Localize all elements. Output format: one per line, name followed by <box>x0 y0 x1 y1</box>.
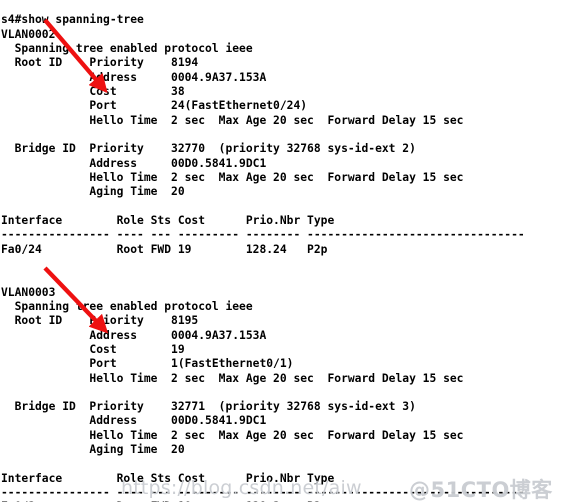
terminal-line: Fa0/24 Root FWD 19 128.24 P2p <box>1 242 328 256</box>
screenshot-root: s4#show spanning-tree VLAN0002 Spanning t… <box>0 0 588 502</box>
terminal-line: Spanning tree enabled protocol ieee <box>1 41 253 55</box>
terminal-line: Bridge ID Priority 32771 (priority 32768… <box>1 400 416 414</box>
terminal-line: s4#show spanning-tree <box>1 13 144 27</box>
terminal-line: Bridge ID Priority 32770 (priority 32768… <box>1 142 416 156</box>
terminal-output[interactable]: s4#show spanning-tree VLAN0002 Spanning t… <box>0 11 588 502</box>
terminal-line: Address 00D0.5841.9DC1 <box>1 156 267 170</box>
terminal-line: ---------------- ---- --- --------- ----… <box>1 486 525 500</box>
terminal-line: Port 1(FastEthernet0/1) <box>1 357 294 371</box>
terminal-line: Address 00D0.5841.9DC1 <box>1 414 267 428</box>
terminal-line: Root ID Priority 8194 <box>1 56 199 70</box>
terminal-line: Root ID Priority 8195 <box>1 314 199 328</box>
terminal-line: Hello Time 2 sec Max Age 20 sec Forward … <box>1 371 464 385</box>
terminal-line: Address 0004.9A37.153A <box>1 328 267 342</box>
terminal-line: Aging Time 20 <box>1 185 185 199</box>
terminal-line: Port 24(FastEthernet0/24) <box>1 99 308 113</box>
terminal-line: VLAN0003 <box>1 285 56 299</box>
terminal-line: ---------------- ---- --- --------- ----… <box>1 228 525 242</box>
terminal-line: Spanning tree enabled protocol ieee <box>1 299 253 313</box>
terminal-line: VLAN0002 <box>1 27 56 41</box>
terminal-line: Cost 19 <box>1 342 185 356</box>
terminal-line: Cost 38 <box>1 84 185 98</box>
terminal-line: Hello Time 2 sec Max Age 20 sec Forward … <box>1 113 464 127</box>
terminal-line: Hello Time 2 sec Max Age 20 sec Forward … <box>1 170 464 184</box>
terminal-line: Aging Time 20 <box>1 443 185 457</box>
terminal-line: Interface Role Sts Cost Prio.Nbr Type <box>1 213 335 227</box>
terminal-line: Interface Role Sts Cost Prio.Nbr Type <box>1 471 335 485</box>
terminal-line: Address 0004.9A37.153A <box>1 70 267 84</box>
terminal-line: Hello Time 2 sec Max Age 20 sec Forward … <box>1 428 464 442</box>
